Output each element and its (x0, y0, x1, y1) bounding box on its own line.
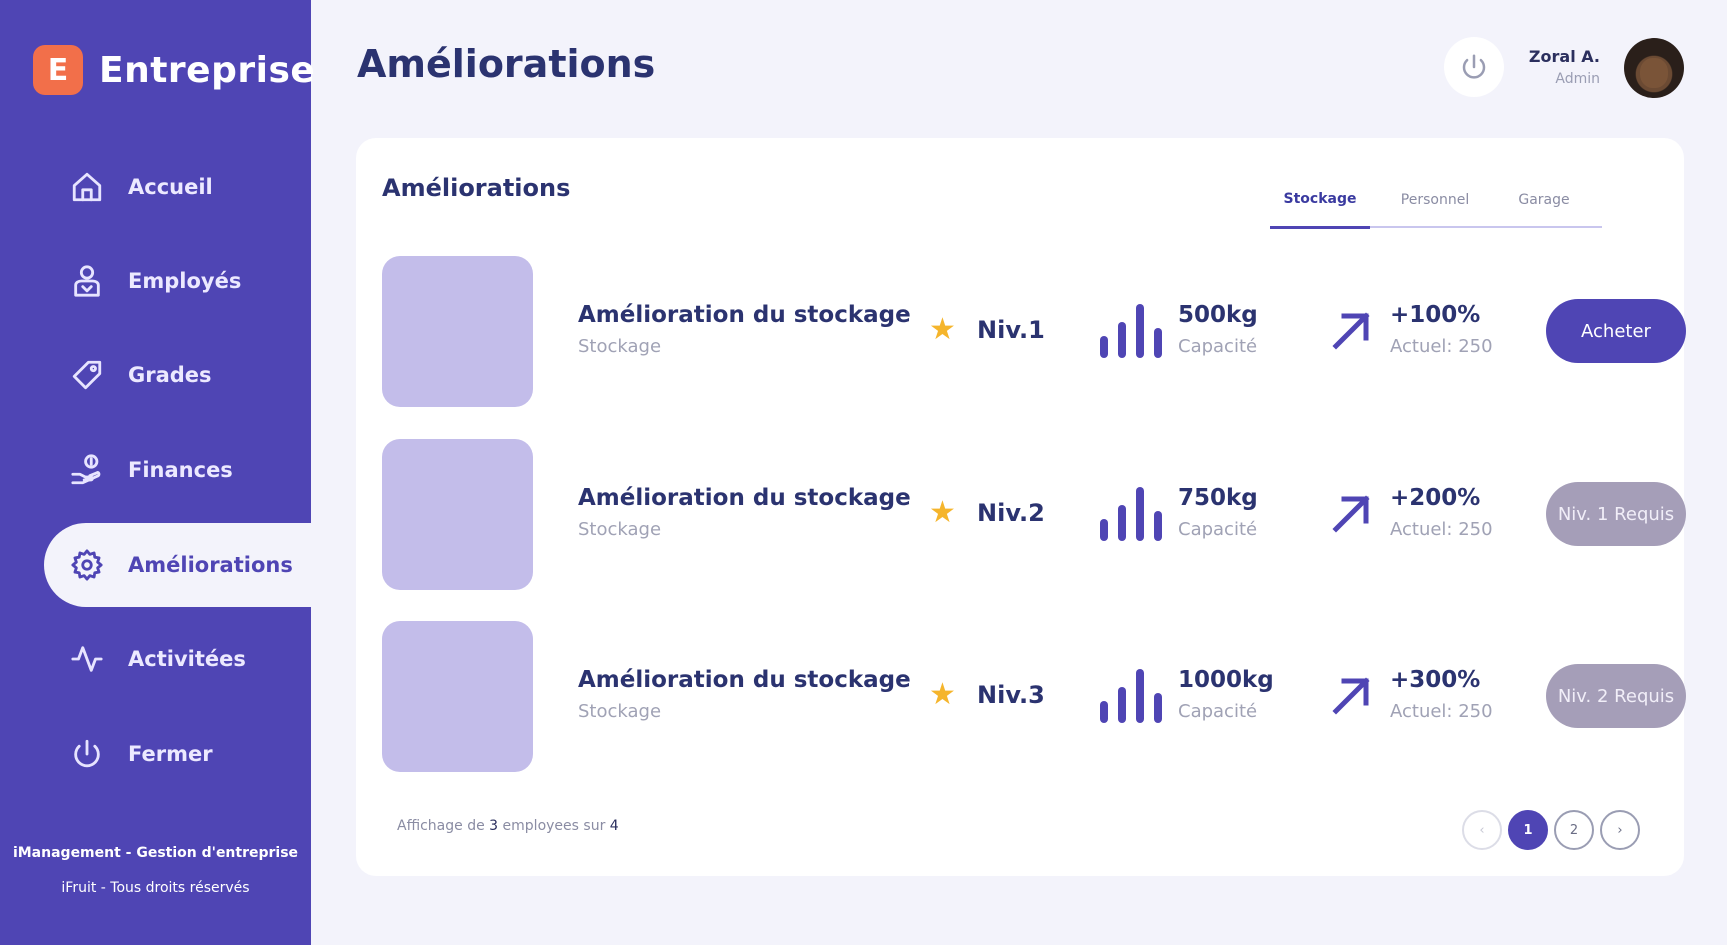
current-value: Actuel: 250 (1390, 336, 1493, 357)
user-role: Admin (1555, 71, 1600, 87)
capacity-value: 500kg (1178, 302, 1258, 328)
arrow-up-right-icon (1330, 673, 1374, 717)
sidebar-item-activites[interactable]: Activitées (44, 617, 311, 701)
sidebar-footer-title: iManagement - Gestion d'entreprise (12, 845, 299, 861)
upgrade-row: Amélioration du stockage Stockage ★ Niv.… (382, 256, 1686, 407)
money-hand-icon (68, 451, 106, 489)
upgrades-card: Améliorations Stockage Personnel Garage … (356, 138, 1686, 876)
upgrade-thumbnail (382, 621, 533, 772)
sidebar-item-fermer[interactable]: Fermer (44, 712, 311, 796)
sidebar-item-label: Activitées (128, 647, 246, 671)
sidebar-item-label: Finances (128, 458, 233, 482)
tab-bar: Stockage Personnel Garage (1270, 172, 1602, 229)
sidebar-item-label: Accueil (128, 175, 213, 199)
bar-chart-icon (1100, 304, 1164, 358)
upgrade-thumbnail (382, 439, 533, 590)
sidebar-item-label: Améliorations (128, 553, 293, 577)
tag-icon (68, 356, 106, 394)
sidebar-item-accueil[interactable]: Accueil (44, 145, 311, 229)
results-summary: Affichage de 3 employees sur 4 (397, 818, 619, 834)
card-title: Améliorations (382, 174, 571, 202)
buy-button[interactable]: Acheter (1546, 299, 1686, 363)
sidebar-item-employes[interactable]: Employés (44, 239, 311, 323)
bar-chart-icon (1100, 487, 1164, 541)
upgrade-category: Stockage (578, 701, 662, 722)
brand-name: Entreprise (99, 49, 316, 91)
increase-value: +300% (1390, 667, 1481, 693)
tab-garage[interactable]: Garage (1494, 172, 1594, 228)
upgrade-thumbnail (382, 256, 533, 407)
tab-personnel[interactable]: Personnel (1380, 172, 1490, 228)
logout-button[interactable] (1444, 37, 1504, 97)
sidebar-item-ameliorations[interactable]: Améliorations (44, 523, 311, 607)
tab-stockage[interactable]: Stockage (1270, 172, 1370, 229)
power-icon (1462, 54, 1486, 79)
star-icon: ★ (929, 312, 956, 347)
requirement-button[interactable]: Niv. 1 Requis (1546, 482, 1686, 546)
results-prefix: Affichage de (397, 818, 485, 834)
capacity-value: 1000kg (1178, 667, 1274, 693)
current-value: Actuel: 250 (1390, 519, 1493, 540)
avatar[interactable] (1624, 38, 1684, 98)
upgrade-level: Niv.1 (977, 316, 1045, 344)
capacity-value: 750kg (1178, 485, 1258, 511)
sidebar-item-label: Employés (128, 269, 242, 293)
capacity-label: Capacité (1178, 701, 1258, 722)
arrow-up-right-icon (1330, 491, 1374, 535)
gear-icon (68, 546, 106, 584)
prev-page-button[interactable]: ‹ (1462, 810, 1502, 850)
current-value: Actuel: 250 (1390, 701, 1493, 722)
upgrade-row: Amélioration du stockage Stockage ★ Niv.… (382, 621, 1686, 772)
upgrade-level: Niv.3 (977, 681, 1045, 709)
sidebar-footer-copyright: iFruit - Tous droits réservés (61, 880, 250, 896)
page-2-button[interactable]: 2 (1554, 810, 1594, 850)
requirement-button[interactable]: Niv. 2 Requis (1546, 664, 1686, 728)
upgrade-title: Amélioration du stockage (578, 485, 911, 511)
arrow-up-right-icon (1330, 308, 1374, 352)
star-icon: ★ (929, 677, 956, 712)
capacity-label: Capacité (1178, 519, 1258, 540)
sidebar-item-label: Fermer (128, 742, 213, 766)
sidebar-item-label: Grades (128, 363, 212, 387)
next-page-button[interactable]: › (1600, 810, 1640, 850)
upgrade-title: Amélioration du stockage (578, 302, 911, 328)
results-shown: 3 (489, 818, 499, 834)
sidebar-item-finances[interactable]: Finances (44, 428, 311, 512)
results-total: 4 (609, 818, 619, 834)
power-icon (68, 735, 106, 773)
upgrade-level: Niv.2 (977, 499, 1045, 527)
user-icon (68, 262, 106, 300)
brand-logo: E (33, 45, 83, 95)
user-name: Zoral A. (1528, 47, 1600, 66)
upgrade-title: Amélioration du stockage (578, 667, 911, 693)
bar-chart-icon (1100, 669, 1164, 723)
star-icon: ★ (929, 495, 956, 530)
sidebar: E Entreprise Accueil Employés Grades Fin… (0, 0, 315, 945)
brand[interactable]: E Entreprise (33, 45, 315, 95)
upgrade-category: Stockage (578, 336, 662, 357)
upgrade-category: Stockage (578, 519, 662, 540)
sidebar-item-grades[interactable]: Grades (44, 333, 311, 417)
increase-value: +200% (1390, 485, 1481, 511)
upgrade-row: Amélioration du stockage Stockage ★ Niv.… (382, 439, 1686, 590)
results-middle: employees sur (502, 818, 606, 834)
activity-icon (68, 640, 106, 678)
page-1-button[interactable]: 1 (1508, 810, 1548, 850)
page-title: Améliorations (357, 42, 656, 86)
home-icon (68, 168, 106, 206)
capacity-label: Capacité (1178, 336, 1258, 357)
increase-value: +100% (1390, 302, 1481, 328)
